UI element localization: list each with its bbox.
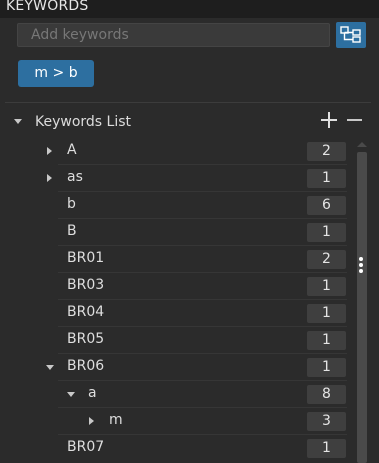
tree-row[interactable]: BR07 1 — [0, 435, 355, 462]
tree-row[interactable]: BR06 1 — [0, 354, 355, 381]
tree-row-count-badge: 1 — [307, 304, 346, 323]
keywords-list-title: Keywords List — [35, 114, 132, 130]
tree-row[interactable]: BR05 1 — [0, 327, 355, 354]
panel-title: KEYWORDS — [6, 0, 89, 14]
chevron-right-icon[interactable] — [47, 147, 52, 155]
panel-header: KEYWORDS — [0, 0, 379, 18]
tree-row[interactable]: as 1 — [0, 165, 355, 192]
tree-row-label: BR03 — [67, 277, 105, 293]
tree-row[interactable]: BR01 2 — [0, 246, 355, 273]
tree-row[interactable]: A2 — [0, 138, 355, 165]
tree-row-label: BR04 — [67, 304, 105, 320]
tree-row-count-badge: 1 — [307, 331, 346, 350]
scroll-up-arrow-icon[interactable] — [357, 142, 367, 147]
chevron-right-icon[interactable] — [47, 174, 52, 182]
tree-row-label: m — [109, 412, 123, 428]
tree-row-count-badge: 8 — [307, 385, 346, 404]
tree-row[interactable]: BR03 1 — [0, 273, 355, 300]
tree-row-count-badge: 1 — [307, 223, 346, 242]
tree-row-label: BR07 — [67, 439, 105, 455]
chevron-down-icon[interactable] — [14, 119, 22, 124]
chevron-right-icon[interactable] — [89, 417, 94, 425]
scroll-thumb[interactable] — [357, 152, 367, 463]
tree-row-count-badge: 2 — [307, 250, 346, 269]
tree-row-label: BR05 — [67, 331, 105, 347]
tree-row[interactable]: b6 — [0, 192, 355, 219]
tree-row[interactable]: B1 — [0, 219, 355, 246]
chevron-down-icon[interactable] — [67, 392, 75, 397]
tree-row-label: a — [88, 385, 97, 401]
tree-row-count-badge: 1 — [307, 277, 346, 296]
tree-row-count-badge: 3 — [307, 412, 346, 431]
tree-row[interactable]: a8 — [0, 381, 355, 408]
hierarchy-icon — [340, 26, 361, 43]
chevron-down-icon[interactable] — [46, 365, 54, 370]
keyword-filter-chip[interactable]: m > b — [18, 60, 94, 87]
tree-row-count-badge: 2 — [307, 142, 346, 161]
tree-row-label: BR06 — [67, 358, 105, 374]
add-keywords-input[interactable]: Add keywords — [17, 23, 330, 47]
remove-keyword-icon[interactable] — [347, 112, 364, 129]
tree-row[interactable]: m3 — [0, 408, 355, 435]
tree-row-count-badge: 1 — [307, 439, 346, 458]
tree-row-count-badge: 1 — [307, 358, 346, 377]
add-keyword-icon[interactable] — [321, 112, 338, 129]
tree-row-count-badge: 6 — [307, 196, 346, 215]
tree-row-count-badge: 1 — [307, 169, 346, 188]
tree-row-label: b — [67, 196, 76, 212]
divider — [5, 102, 371, 103]
tree-row-label: B — [67, 223, 77, 239]
tree-row-label: BR01 — [67, 250, 105, 266]
tree-row-label: A — [67, 142, 77, 158]
tree-row[interactable]: BR04 1 — [0, 300, 355, 327]
tree-row-label: as — [67, 169, 83, 185]
scrollbar[interactable] — [356, 142, 368, 463]
hierarchy-view-button[interactable] — [336, 22, 366, 48]
vertical-ellipsis-icon[interactable] — [358, 257, 364, 275]
